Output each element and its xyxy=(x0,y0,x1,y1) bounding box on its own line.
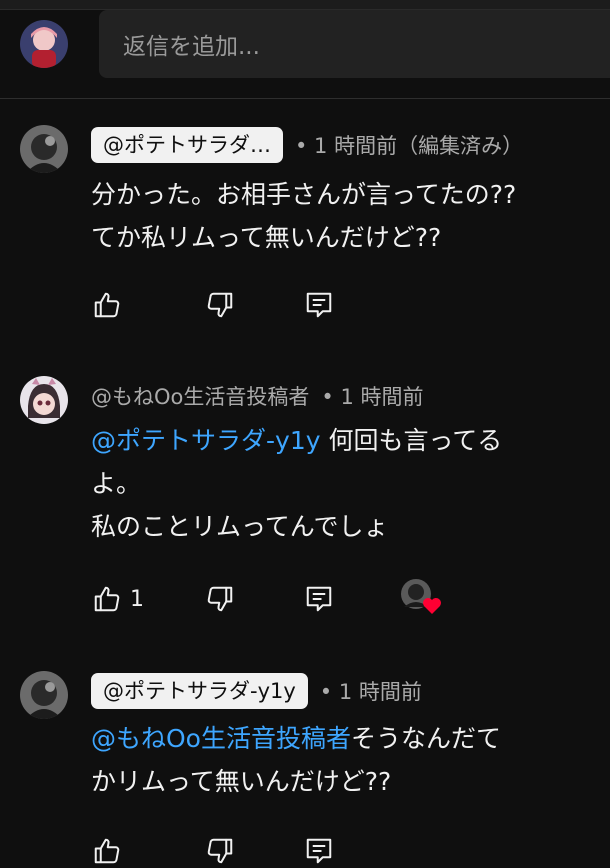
author-chip[interactable]: @ポテトサラダ… xyxy=(91,127,283,163)
reply-input[interactable]: 返信を追加... xyxy=(99,10,610,78)
heart-icon xyxy=(423,598,441,614)
reply-button[interactable] xyxy=(304,834,334,868)
like-icon xyxy=(94,586,120,612)
like-icon xyxy=(94,292,120,318)
comment-line: 分かった。お相手さんが言ってたの?? xyxy=(91,180,517,209)
dislike-icon xyxy=(207,292,233,318)
comment-text: 分かった。お相手さんが言ってたの?? てか私リムって無いんだけど?? xyxy=(91,173,516,259)
reply-icon xyxy=(306,838,332,864)
mention-link[interactable]: @ポテトサラダ-y1y xyxy=(91,426,321,455)
author-chip[interactable]: @ポテトサラダ-y1y xyxy=(91,673,308,709)
dislike-button[interactable] xyxy=(205,288,235,322)
comment-line: てか私リムって無いんだけど?? xyxy=(91,223,442,252)
reply-button[interactable] xyxy=(304,582,334,616)
current-user-avatar xyxy=(20,20,68,68)
dislike-button[interactable] xyxy=(205,582,235,616)
commenter-avatar[interactable] xyxy=(20,671,68,719)
dislike-icon xyxy=(207,838,233,864)
comment-line: 何回も言ってる xyxy=(320,426,503,455)
like-count: 1 xyxy=(130,586,144,612)
reply-button[interactable] xyxy=(304,288,334,322)
comment-line: よ。 xyxy=(91,469,142,498)
dislike-button[interactable] xyxy=(205,834,235,868)
comment-text: @もねOo生活音投稿者そうなんだて かリムって無いんだけど?? xyxy=(91,717,501,803)
like-icon xyxy=(94,838,120,864)
comment-line: そうなんだて xyxy=(350,724,501,753)
mention-link[interactable]: @もねOo生活音投稿者 xyxy=(91,724,351,753)
commenter-avatar[interactable] xyxy=(20,376,68,424)
comment-timestamp: • 1 時間前 xyxy=(319,680,422,704)
reply-icon xyxy=(306,292,332,318)
comment-line: かリムって無いんだけど?? xyxy=(91,767,392,796)
creator-heart xyxy=(400,577,444,617)
comment-line: 私のことリムってんでしょ xyxy=(91,512,389,541)
like-button[interactable]: 1 xyxy=(92,582,144,616)
like-button[interactable] xyxy=(92,288,122,322)
like-button[interactable] xyxy=(92,834,122,868)
dislike-icon xyxy=(207,586,233,612)
comment-text: @ポテトサラダ-y1y 何回も言ってる よ。 私のことリムってんでしょ xyxy=(91,419,502,548)
comment-timestamp: • 1 時間前 xyxy=(321,385,424,409)
top-divider xyxy=(0,0,610,10)
comment-timestamp: • 1 時間前（編集済み） xyxy=(295,134,524,158)
reply-composer: 返信を追加... xyxy=(0,10,610,99)
reply-icon xyxy=(306,586,332,612)
commenter-avatar[interactable] xyxy=(20,125,68,173)
author-name[interactable]: @もねOo生活音投稿者 xyxy=(91,381,309,411)
